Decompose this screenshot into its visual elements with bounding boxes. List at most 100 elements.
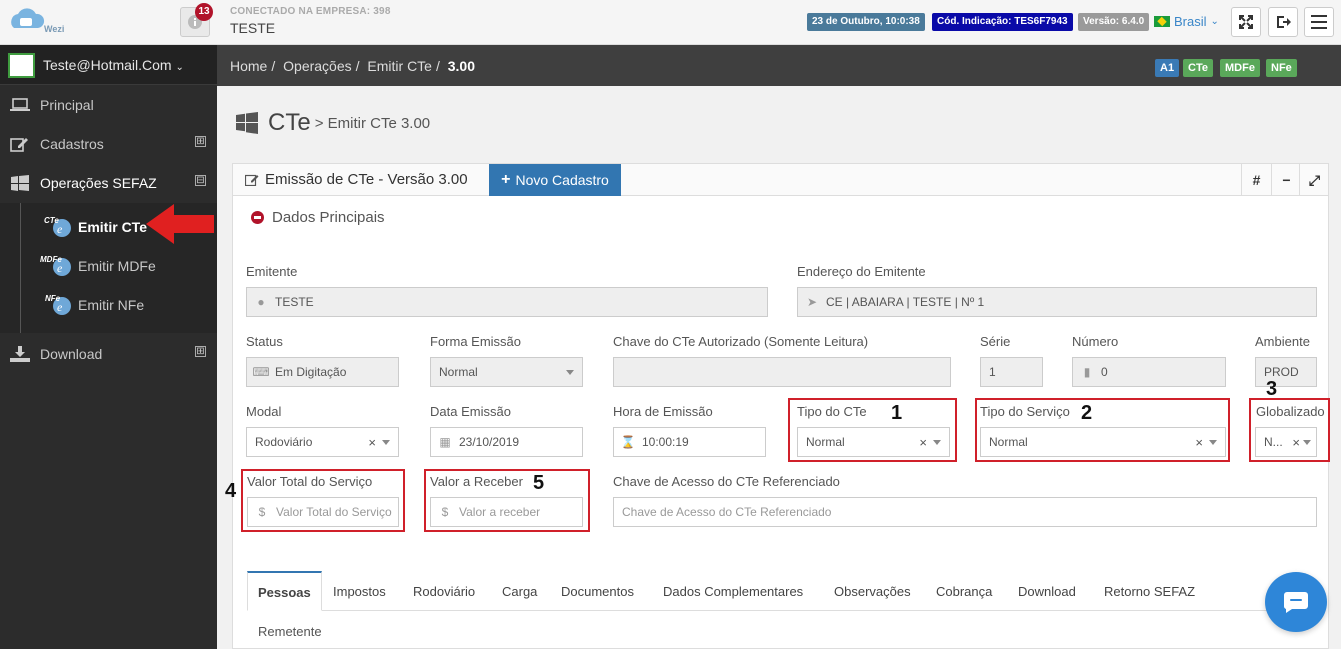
section-dados-principais[interactable]: Dados Principais	[251, 209, 385, 226]
tab-download[interactable]: Download	[1018, 571, 1076, 611]
logout-icon	[1277, 16, 1291, 28]
tab-dados-complementares[interactable]: Dados Complementares	[663, 571, 803, 611]
hora-emissao-field[interactable]: ⌛ 10:00:19	[613, 427, 766, 457]
svg-text:e: e	[57, 261, 63, 275]
numero-field: ▮ 0	[1072, 357, 1226, 387]
logo-text: Wezi	[44, 24, 65, 34]
submenu-item-label: Emitir MDFe	[78, 258, 156, 274]
annotation-box-5	[424, 469, 590, 532]
file-icon: ▮	[1083, 365, 1091, 379]
panel-title: Emissão de CTe - Versão 3.00	[245, 171, 468, 188]
plus-icon: +	[501, 171, 511, 188]
submenu-divider	[20, 203, 21, 333]
forma-emissao-label: Forma Emissão	[430, 334, 522, 349]
modal-select[interactable]: Rodoviário ×	[246, 427, 399, 457]
status-label: Status	[246, 334, 283, 349]
minus-circle-icon	[251, 211, 264, 224]
endereco-field: ➤ CE | ABAIARA | TESTE | Nº 1	[797, 287, 1317, 317]
company-name: TESTE	[230, 20, 276, 36]
caret-down-icon	[382, 439, 390, 445]
version-badge: Versão: 6.4.0	[1078, 13, 1150, 31]
chave-autorizado-field	[613, 357, 951, 387]
page-header: CTe > Emitir CTe 3.00	[236, 108, 430, 138]
download-icon	[10, 346, 30, 362]
caret-down-icon	[566, 369, 574, 375]
emitente-field: ● TESTE	[246, 287, 768, 317]
expand-icon: ⊞	[195, 136, 206, 147]
breadcrumb-operacoes[interactable]: Operações	[283, 58, 351, 74]
tab-pessoas[interactable]: Pessoas	[247, 571, 322, 611]
language-selector[interactable]: Brasil ⌄	[1154, 14, 1219, 29]
ambiente-field: PROD	[1255, 357, 1317, 387]
chave-referenciado-input[interactable]: Chave de Acesso do CTe Referenciado	[613, 497, 1317, 527]
annotation-number-3: 3	[1266, 378, 1278, 400]
breadcrumb-home[interactable]: Home	[230, 58, 267, 74]
serie-label: Série	[980, 334, 1011, 349]
keyboard-icon: ⌨	[252, 365, 270, 379]
tab-carga[interactable]: Carga	[502, 571, 537, 611]
svg-text:e: e	[57, 300, 63, 314]
tab-rodoviario[interactable]: Rodoviário	[413, 571, 475, 611]
cert-badge-cte: CTe	[1183, 59, 1213, 77]
connected-company-label: CONECTADO NA EMPRESA: 398	[230, 6, 391, 17]
breadcrumb-current: 3.00	[447, 58, 475, 74]
remetente-label: Remetente	[258, 624, 322, 639]
referral-code-badge: Cód. Indicação: TES6F7943	[932, 13, 1073, 31]
tab-observacoes[interactable]: Observações	[834, 571, 911, 611]
breadcrumb-emitir-cte[interactable]: Emitir CTe	[367, 58, 432, 74]
annotation-number-1: 1	[891, 402, 903, 424]
serie-field[interactable]: 1	[980, 357, 1043, 387]
submenu-item-label: Emitir CTe	[78, 219, 147, 235]
hourglass-icon: ⌛	[620, 435, 636, 449]
fullscreen-button[interactable]	[1231, 7, 1261, 37]
sidebar-item-cadastros[interactable]: Cadastros ⊞	[0, 125, 217, 164]
cert-badge-nfe: NFe	[1266, 59, 1297, 77]
sidebar-item-operacoes-sefaz[interactable]: Operações SEFAZ ⊟	[0, 164, 217, 203]
annotation-box-4	[241, 469, 405, 532]
date-badge: 23 de Outubro, 10:0:38	[807, 13, 925, 31]
numero-label: Número	[1072, 334, 1119, 349]
edit-icon	[245, 174, 259, 186]
annotation-box-3	[1249, 398, 1330, 462]
breadcrumb: Home / Operações / Emitir CTe/ 3.00	[230, 58, 475, 74]
annotation-number-2: 2	[1081, 402, 1093, 424]
sidebar-item-principal[interactable]: Principal	[0, 86, 217, 125]
tab-impostos[interactable]: Impostos	[333, 571, 386, 611]
windows-icon	[11, 175, 29, 191]
sidebar-item-download[interactable]: Download ⊞	[0, 335, 217, 374]
chevron-down-icon: ⌄	[175, 62, 184, 73]
tab-retorno-sefaz[interactable]: Retorno SEFAZ	[1104, 571, 1195, 611]
ambiente-label: Ambiente	[1255, 334, 1310, 349]
sidebar-item-label: Principal	[40, 97, 94, 113]
logout-button[interactable]	[1268, 7, 1298, 37]
red-arrow-annotation	[146, 204, 214, 244]
tab-cobranca[interactable]: Cobrança	[936, 571, 992, 611]
tab-documentos[interactable]: Documentos	[561, 571, 634, 611]
user-menu[interactable]: Teste@Hotmail.Com ⌄	[0, 45, 217, 85]
forma-emissao-select[interactable]: Normal	[430, 357, 583, 387]
panel-header: Emissão de CTe - Versão 3.00 + Novo Cada…	[233, 164, 1328, 196]
sidebar-item-label: Cadastros	[40, 136, 104, 152]
annotation-number-4: 4	[225, 480, 237, 502]
top-bar: Wezi 13 CONECTADO NA EMPRESA: 398 TESTE …	[0, 0, 1341, 45]
user-email: Teste@Hotmail.Com ⌄	[43, 57, 184, 73]
mdfe-document-icon: MDFee	[40, 255, 71, 276]
svg-text:e: e	[57, 222, 63, 236]
submenu-item-label: Emitir NFe	[78, 297, 145, 313]
laptop-icon	[10, 98, 30, 111]
nfe-document-icon: NFee	[45, 294, 71, 315]
data-emissao-field[interactable]: ▦ 23/10/2019	[430, 427, 583, 457]
cte-emission-panel: Emissão de CTe - Versão 3.00 + Novo Cada…	[225, 163, 1330, 649]
emitente-label: Emitente	[246, 264, 298, 279]
collapse-panel-button[interactable]: −	[1271, 164, 1301, 196]
chat-button[interactable]	[1265, 572, 1327, 632]
menu-button[interactable]	[1304, 7, 1334, 37]
cert-badge-a1: A1	[1155, 59, 1180, 77]
hash-tool-button[interactable]: #	[1241, 164, 1271, 196]
sidebar-item-label: Operações SEFAZ	[40, 175, 157, 191]
page-subtitle: > Emitir CTe 3.00	[314, 114, 431, 132]
fullscreen-panel-button[interactable]: ⤢	[1299, 164, 1329, 196]
new-record-button[interactable]: + Novo Cadastro	[489, 164, 621, 196]
clear-icon[interactable]: ×	[368, 435, 376, 450]
annotation-box-1	[788, 398, 957, 462]
